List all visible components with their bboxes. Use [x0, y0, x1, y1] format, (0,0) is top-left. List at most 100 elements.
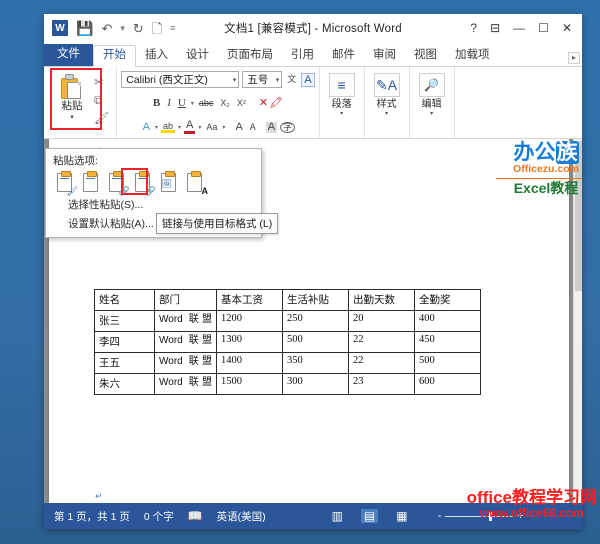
underline-caret-icon[interactable]: ▾	[191, 100, 194, 107]
table-header-cell: 姓名	[94, 289, 155, 311]
font-color-caret-icon[interactable]: ▾	[198, 124, 201, 131]
cut-icon[interactable]: ✂	[94, 76, 109, 90]
view-mode-buttons: ▥ ▤ ▦	[332, 509, 408, 523]
customize-qat-icon[interactable]: ≡	[170, 23, 175, 33]
paste-button-label: 粘贴	[61, 100, 83, 112]
undo-icon[interactable]: ↶	[101, 22, 112, 35]
minimize-button[interactable]: —	[513, 22, 525, 34]
table-cell-bonus: 450	[414, 331, 481, 353]
font-size-input[interactable]: 五号 ▾	[242, 71, 283, 88]
logo-main-text: 办公族	[513, 141, 579, 164]
salary-table[interactable]: 姓名 部门 基本工资 生活补贴 出勤天数 全勤奖 张三 Word 联盟 1200…	[94, 289, 481, 395]
officezu-logo-watermark: 办公族 Officezu.com Excel教程	[492, 141, 582, 195]
paste-keep-source-formatting-icon[interactable]: 🖌	[53, 171, 78, 196]
tab-addins[interactable]: 加载项	[446, 46, 499, 67]
word-count-label[interactable]: 0 个字	[144, 509, 174, 524]
styles-icon: ✎A	[373, 73, 400, 97]
word-window: W 💾 ↶ ▾ ↻ 🗋 ≡ 文档1 [兼容模式] - Microsoft Wor…	[44, 14, 582, 529]
font-size-caret-icon[interactable]: ▾	[276, 76, 280, 84]
text-highlight-button[interactable]: ab	[161, 121, 176, 134]
paragraph-caret-icon[interactable]: ▾	[340, 111, 343, 117]
read-mode-icon[interactable]: ▥	[332, 510, 343, 522]
table-cell-base: 1200	[216, 310, 283, 332]
print-layout-icon[interactable]: ▤	[360, 509, 379, 523]
proofing-errors-icon[interactable]: 📖	[188, 510, 203, 522]
text-effects-button[interactable]: A	[141, 122, 152, 133]
change-case-caret-icon[interactable]: ▾	[222, 124, 225, 131]
font-color-button[interactable]: A	[184, 120, 196, 134]
table-row: 李四 Word 联盟 1300 500 22 450	[94, 331, 481, 353]
tab-file[interactable]: 文件	[44, 43, 93, 66]
paste-button[interactable]: 粘贴 ▾	[50, 72, 94, 122]
superscript-button[interactable]: X²	[235, 99, 248, 108]
table-cell-bonus: 400	[414, 310, 481, 332]
maximize-button[interactable]: ☐	[538, 22, 549, 34]
paste-picture-icon[interactable]: 🖼	[157, 171, 179, 194]
format-painter-icon[interactable]: 🖌	[94, 112, 109, 126]
tab-references[interactable]: 引用	[282, 46, 323, 67]
paste-merge-formatting-icon[interactable]	[79, 171, 101, 194]
tab-insert[interactable]: 插入	[136, 46, 177, 67]
paste-text-only-icon[interactable]: A	[183, 171, 208, 196]
paste-special-item[interactable]: 选择性粘贴(S)...	[46, 194, 261, 213]
table-cell-name: 朱六	[94, 373, 155, 395]
ribbon-display-options-icon[interactable]: ⊟	[490, 22, 500, 34]
shrink-font-button[interactable]: A	[248, 123, 258, 132]
tab-view[interactable]: 视图	[405, 46, 446, 67]
table-cell-bonus: 500	[414, 352, 481, 374]
bold-button[interactable]: B	[151, 98, 162, 109]
subscript-button[interactable]: X₂	[218, 99, 232, 108]
text-effects-caret-icon[interactable]: ▾	[155, 124, 158, 131]
tab-home[interactable]: 开始	[93, 44, 136, 67]
ribbon-group-paragraph[interactable]: ≡ 段落 ▾	[320, 67, 365, 138]
clear-formatting-icon[interactable]: ✕ 🖍	[251, 98, 285, 109]
quick-access-toolbar[interactable]: W 💾 ↶ ▾ ↻ 🗋 ≡	[52, 20, 176, 36]
tab-page-layout[interactable]: 页面布局	[218, 46, 282, 67]
copy-icon[interactable]: ⧉	[94, 94, 109, 108]
font-name-caret-icon[interactable]: ▾	[233, 76, 237, 84]
table-header-row: 姓名 部门 基本工资 生活补贴 出勤天数 全勤奖	[94, 289, 481, 311]
grow-font-button[interactable]: A	[228, 122, 244, 133]
table-cell-subsidy: 300	[282, 373, 349, 395]
paste-dropdown-caret-icon[interactable]: ▾	[70, 114, 74, 121]
paste-link-use-destination-styles-icon[interactable]: 🔗	[131, 171, 156, 196]
help-button[interactable]: ?	[470, 22, 477, 34]
editing-caret-icon[interactable]: ▾	[430, 111, 433, 117]
table-cell-base: 1300	[216, 331, 283, 353]
table-cell-dept: Word 联盟	[154, 310, 217, 332]
font-name-input[interactable]: Calibri (西文正文) ▾	[121, 71, 240, 88]
web-layout-icon[interactable]: ▦	[396, 510, 407, 522]
styles-label: 样式	[376, 99, 397, 110]
tab-design[interactable]: 设计	[177, 46, 218, 67]
shading-button[interactable]: A	[265, 122, 278, 133]
ribbon-group-styles[interactable]: ✎A 样式 ▾	[365, 67, 410, 138]
close-button[interactable]: ✕	[562, 22, 572, 34]
change-case-button[interactable]: Aa	[204, 123, 219, 132]
tab-overflow-icon[interactable]: ▸	[567, 52, 580, 64]
logo-domain-text: Officezu.com	[513, 163, 579, 175]
paste-link-keep-source-formatting-icon[interactable]: 🔗	[105, 171, 130, 196]
new-doc-icon[interactable]: 🗋	[152, 22, 162, 35]
save-icon[interactable]: 💾	[76, 21, 93, 35]
ribbon-group-editing[interactable]: 🔎 编辑 ▾	[410, 67, 455, 138]
redo-icon[interactable]: ↻	[133, 22, 144, 35]
phonetic-guide-icon[interactable]: 文	[285, 75, 298, 84]
table-cell-dept: Word 联盟	[154, 331, 217, 353]
zoom-out-button[interactable]: -	[438, 510, 442, 522]
enclose-character-button[interactable]: 字	[280, 122, 296, 133]
tab-review[interactable]: 审阅	[364, 46, 405, 67]
table-cell-days: 20	[348, 310, 415, 332]
underline-button[interactable]: U	[176, 98, 188, 109]
highlight-caret-icon[interactable]: ▾	[178, 124, 181, 131]
undo-dropdown-caret-icon[interactable]: ▾	[120, 23, 125, 33]
language-label[interactable]: 英语(美国)	[217, 509, 266, 524]
strikethrough-button[interactable]: abc	[197, 99, 216, 108]
site-watermark-title: office教程学习网	[466, 487, 597, 507]
character-border-icon[interactable]: A	[301, 72, 315, 87]
page-count-label[interactable]: 第 1 页，共 1 页	[54, 509, 130, 524]
table-cell-subsidy: 500	[282, 331, 349, 353]
italic-button[interactable]: I	[165, 98, 173, 109]
styles-caret-icon[interactable]: ▾	[385, 111, 388, 117]
table-header-cell: 全勤奖	[414, 289, 481, 311]
tab-mailings[interactable]: 邮件	[323, 46, 364, 67]
